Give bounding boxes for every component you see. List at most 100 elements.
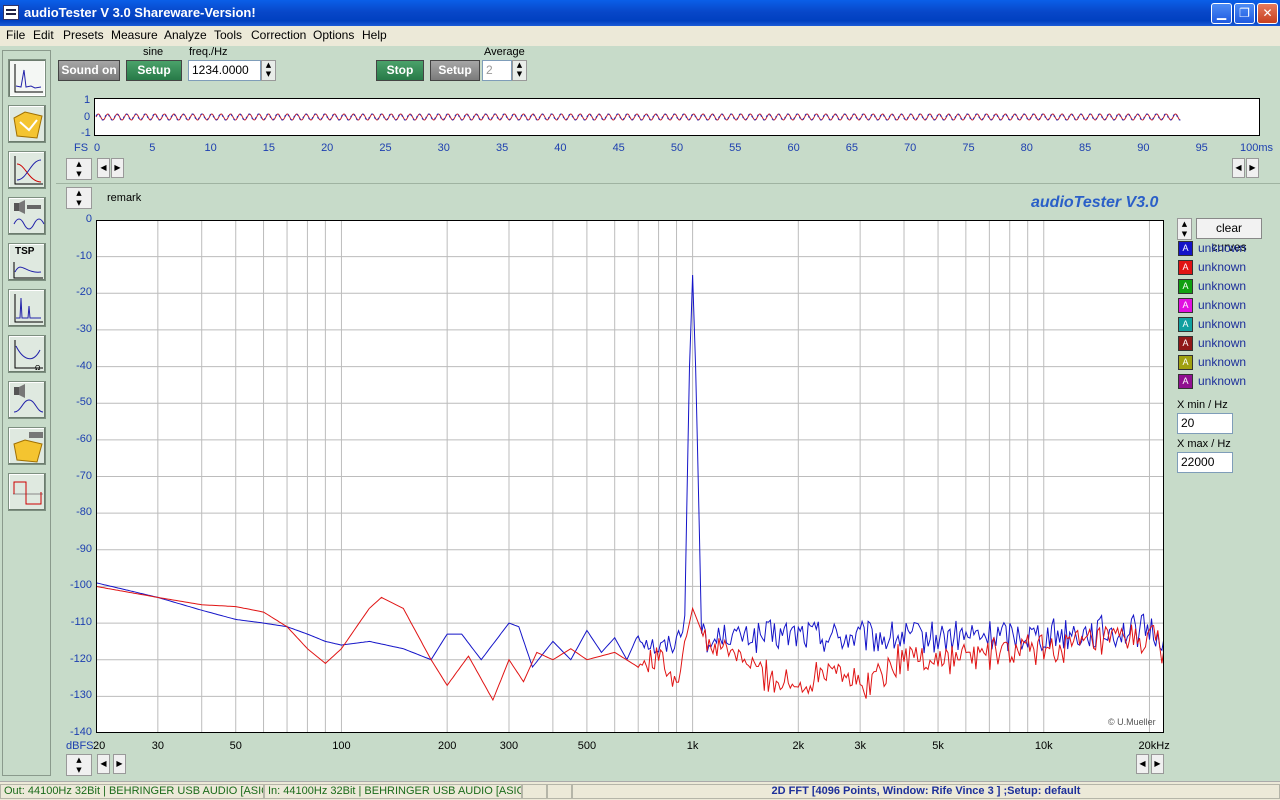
oscilloscope-tool[interactable]: [8, 197, 46, 235]
window-title: audioTester V 3.0 Shareware-Version!: [24, 5, 256, 20]
average-label: Average: [484, 46, 525, 58]
stop-button[interactable]: Stop: [376, 60, 424, 81]
legend-item[interactable]: Aunknown: [1176, 335, 1266, 353]
minimize-button[interactable]: ▁: [1211, 3, 1232, 24]
remark-stepper[interactable]: ▲ ▼: [66, 187, 92, 209]
stepper-down-icon[interactable]: ▼: [513, 70, 526, 79]
main-y-tick: -100: [69, 579, 92, 592]
analyzer-setup-button[interactable]: Setup: [430, 60, 480, 81]
stepper-up-icon[interactable]: ▲: [1178, 219, 1191, 229]
stepper-down-icon[interactable]: ▼: [67, 765, 91, 775]
main-y-zoom[interactable]: ▲ ▼: [66, 754, 92, 776]
menu-options[interactable]: Options: [313, 28, 354, 42]
main-x-tick: 300: [499, 740, 519, 752]
maximize-button[interactable]: ❐: [1234, 3, 1255, 24]
menu-measure[interactable]: Measure: [111, 28, 158, 42]
curve-name: unknown: [1198, 260, 1247, 274]
stepper-up-icon[interactable]: ▲: [67, 159, 91, 169]
generator-setup-button[interactable]: Setup: [126, 60, 182, 81]
scope-scroll-right[interactable]: ▶: [111, 158, 124, 178]
stepper-up-icon[interactable]: ▲: [67, 755, 91, 765]
main-x-right[interactable]: ▶: [1151, 754, 1164, 774]
curve-color-box[interactable]: A: [1178, 317, 1193, 332]
stepper-down-icon[interactable]: ▼: [1178, 229, 1191, 239]
sound-on-button[interactable]: Sound on: [58, 60, 120, 81]
stepper-up-icon[interactable]: ▲: [513, 61, 526, 70]
main-x-tick: 5k: [932, 740, 944, 752]
tsp-tool[interactable]: TSP: [8, 243, 46, 281]
legend-item[interactable]: Aunknown: [1176, 373, 1266, 391]
xmin-label: X min / Hz: [1177, 399, 1228, 411]
scope-x-tick: 85: [1078, 142, 1092, 154]
scope-y-tick: -1: [81, 127, 91, 139]
average-input[interactable]: 2: [482, 60, 512, 81]
legend-item[interactable]: Aunknown: [1176, 259, 1266, 277]
xmin-input[interactable]: 20: [1177, 413, 1233, 434]
frequency-stepper[interactable]: ▲ ▼: [261, 60, 276, 81]
scope-x-tick: 60: [787, 142, 800, 154]
scope-y-zoom[interactable]: ▲ ▼: [66, 158, 92, 180]
xmax-input[interactable]: 22000: [1177, 452, 1233, 473]
scope-x-right[interactable]: ▶: [1246, 158, 1259, 178]
curve-color-box[interactable]: A: [1178, 298, 1193, 313]
curve-color-box[interactable]: A: [1178, 241, 1193, 256]
curve-color-box[interactable]: A: [1178, 336, 1193, 351]
menu-correction[interactable]: Correction: [251, 28, 306, 42]
square-wave-tool[interactable]: [8, 473, 46, 511]
scope-x-prefix: FS: [74, 142, 89, 154]
impedance-tool[interactable]: Ω: [8, 335, 46, 373]
scope-x-tick: 70: [904, 142, 917, 154]
fft-spectrum-tool[interactable]: [8, 59, 46, 97]
scope-x-tick: 100ms: [1239, 142, 1273, 154]
curve-name: unknown: [1198, 298, 1247, 312]
legend-item[interactable]: Aunknown: [1176, 240, 1266, 258]
legend-item[interactable]: Aunknown: [1176, 354, 1266, 372]
scope-x-left[interactable]: ◀: [1232, 158, 1245, 178]
legend-stepper[interactable]: ▲ ▼: [1177, 218, 1192, 240]
menu-presets[interactable]: Presets: [63, 28, 104, 42]
menu-help[interactable]: Help: [362, 28, 387, 42]
curve-color-box[interactable]: A: [1178, 260, 1193, 275]
stepper-up-icon[interactable]: ▲: [67, 188, 91, 198]
watermark: © U.Mueller: [1108, 717, 1156, 727]
legend-item[interactable]: Aunknown: [1176, 297, 1266, 315]
legend-item[interactable]: Aunknown: [1176, 316, 1266, 334]
speaker-response-tool[interactable]: [8, 381, 46, 419]
spectrum-peak-tool[interactable]: [8, 289, 46, 327]
open-file-tool[interactable]: [8, 105, 46, 143]
stepper-down-icon[interactable]: ▼: [262, 70, 275, 79]
main-y-tick: -20: [76, 286, 92, 299]
speaker-wave-icon: [13, 200, 45, 230]
menu-analyze[interactable]: Analyze: [164, 28, 207, 42]
curve-color-box[interactable]: A: [1178, 374, 1193, 389]
close-button[interactable]: ✕: [1257, 3, 1278, 24]
frequency-response-tool[interactable]: [8, 151, 46, 189]
main-scroll-right[interactable]: ▶: [113, 754, 126, 774]
load-speaker-tool[interactable]: [8, 427, 46, 465]
main-y-tick: -90: [76, 542, 92, 555]
frequency-input[interactable]: 1234.0000: [188, 60, 261, 81]
menu-tools[interactable]: Tools: [214, 28, 242, 42]
legend-item[interactable]: Aunknown: [1176, 278, 1266, 296]
menu-file[interactable]: File: [6, 28, 25, 42]
curve-color-box[interactable]: A: [1178, 355, 1193, 370]
square-wave-icon: [13, 481, 43, 505]
stepper-down-icon[interactable]: ▼: [67, 198, 91, 208]
average-stepper[interactable]: ▲ ▼: [512, 60, 527, 81]
scope-scroll-left[interactable]: ◀: [97, 158, 110, 178]
main-y-tick: -110: [70, 616, 92, 629]
main-x-left[interactable]: ◀: [1136, 754, 1149, 774]
stepper-down-icon[interactable]: ▼: [67, 169, 91, 179]
main-y-tick: 0: [85, 213, 92, 225]
signal-type-label: sine: [143, 46, 164, 58]
main-scroll-left[interactable]: ◀: [97, 754, 110, 774]
main-x-tick: 50: [229, 740, 242, 752]
menu-edit[interactable]: Edit: [33, 28, 54, 42]
scope-x-tick: 40: [554, 142, 567, 154]
clear-curves-button[interactable]: clear curves: [1196, 218, 1262, 254]
stepper-up-icon[interactable]: ▲: [262, 61, 275, 70]
main-x-tick: 20kHz: [1138, 740, 1170, 752]
main-x-tick: 200: [437, 740, 457, 752]
main-y-tick: -30: [76, 322, 92, 335]
curve-color-box[interactable]: A: [1178, 279, 1193, 294]
